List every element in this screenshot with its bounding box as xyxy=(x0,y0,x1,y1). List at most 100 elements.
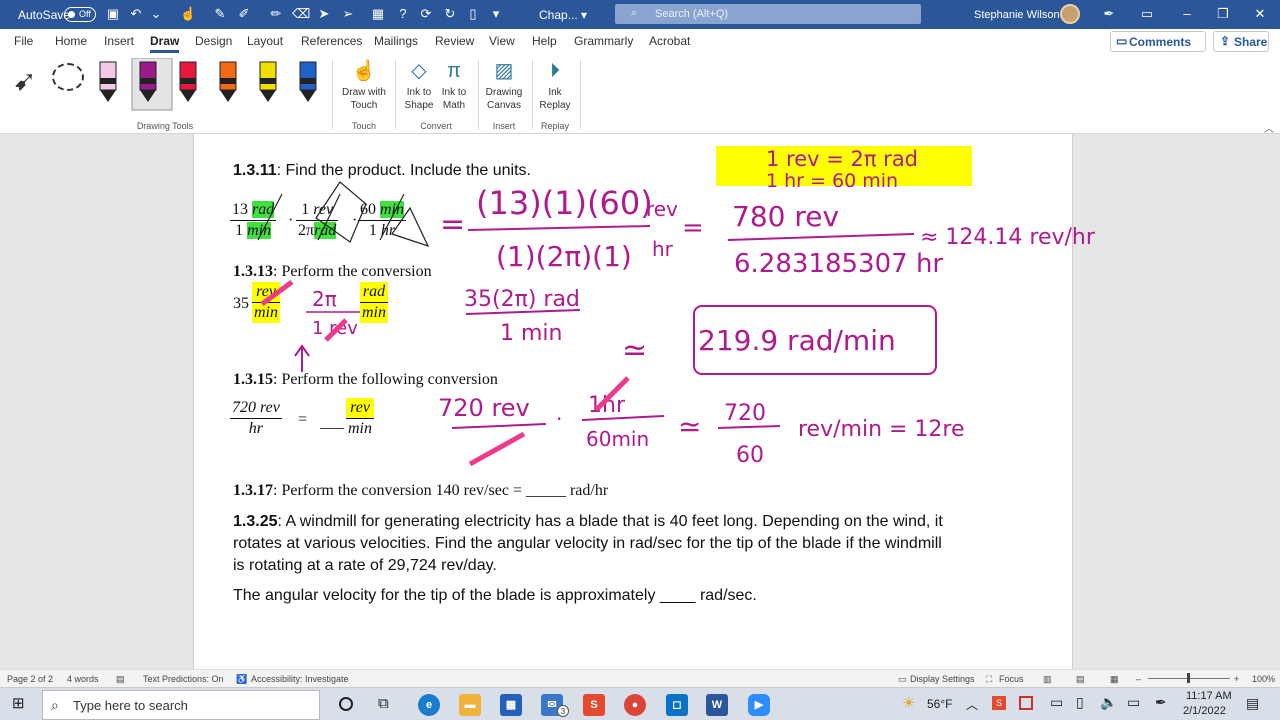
ink-cancel-marks xyxy=(257,181,430,248)
drawing-canvas-button[interactable]: ▨ Drawing Canvas xyxy=(482,58,526,112)
draw-icon[interactable]: ✏ xyxy=(268,6,284,22)
share-button[interactable]: ⇪ Share xyxy=(1213,31,1269,52)
draw-with-touch-button[interactable]: ☝ Draw with Touch xyxy=(339,58,389,112)
focus-mode[interactable]: Focus xyxy=(999,674,1024,684)
highlighter-yellow-icon[interactable] xyxy=(259,61,277,102)
lasso-icon[interactable]: ➢ xyxy=(340,6,356,22)
pen-red-icon[interactable] xyxy=(179,61,197,102)
customize-qa-icon[interactable]: ▾ xyxy=(488,6,504,22)
pen-blue-icon[interactable] xyxy=(299,61,317,102)
search-box[interactable]: ⌕ Search (Alt+Q) xyxy=(615,4,921,24)
tab-acrobat[interactable]: Acrobat xyxy=(649,34,690,48)
pen-orange-icon[interactable] xyxy=(219,61,237,102)
focus-icon: ⛶ xyxy=(986,674,993,684)
ribbon-draw: ➹ Drawing Tools ☝ Draw with Touch Touch ◇ I… xyxy=(0,54,1280,135)
tab-view[interactable]: View xyxy=(489,34,515,48)
refresh-icon[interactable]: ↻ xyxy=(442,6,458,22)
undo-icon[interactable]: ↶ xyxy=(128,6,144,22)
collapse-ribbon-icon[interactable]: ︿ xyxy=(1264,120,1274,135)
autosave-toggle[interactable]: Off xyxy=(64,7,96,22)
tab-mailings[interactable]: Mailings xyxy=(374,34,418,48)
word-icon[interactable]: W xyxy=(706,694,728,716)
taskbar-search[interactable]: ⌕ Type here to search xyxy=(42,690,320,720)
help-icon[interactable]: ? xyxy=(395,6,411,22)
zoom-out-icon[interactable]: – xyxy=(1136,674,1141,684)
tab-insert[interactable]: Insert xyxy=(104,34,134,48)
tab-home[interactable]: Home xyxy=(55,34,87,48)
user-name[interactable]: Stephanie Wilson xyxy=(974,0,1060,29)
tray-square-icon[interactable] xyxy=(1019,696,1033,710)
accessibility-status[interactable]: Accessibility: Investigate xyxy=(251,674,349,684)
undo-dropdown-icon[interactable]: ⌄ xyxy=(148,6,164,22)
replay-icon[interactable]: ⟳ xyxy=(418,6,434,22)
new-doc-icon[interactable]: ▯ xyxy=(465,6,481,22)
page-count[interactable]: Page 2 of 2 xyxy=(7,674,53,684)
temperature[interactable]: 56°F xyxy=(927,697,952,711)
pen-purple-icon[interactable] xyxy=(131,58,173,111)
tab-draw[interactable]: Draw xyxy=(150,34,180,53)
tab-design[interactable]: Design xyxy=(195,34,232,48)
avatar[interactable] xyxy=(1060,4,1080,24)
image-icon[interactable]: ▦ xyxy=(370,6,386,22)
snagit-icon[interactable]: S xyxy=(583,694,605,716)
ink-to-shape-button[interactable]: ◇ Ink to Shape xyxy=(400,58,438,112)
accessibility-icon: ♿ xyxy=(236,674,248,684)
tab-layout[interactable]: Layout xyxy=(247,34,283,48)
text-predictions[interactable]: Text Predictions: On xyxy=(143,674,224,684)
volume-icon[interactable]: 🔈 xyxy=(1100,694,1117,711)
clock-date[interactable]: 2/1/2022 xyxy=(1183,705,1226,717)
web-layout-icon[interactable]: ▦ xyxy=(1110,674,1119,685)
comments-button[interactable]: ▭ Comments xyxy=(1110,31,1206,52)
zoom-in-icon[interactable]: + xyxy=(1234,674,1239,684)
display-icon[interactable]: ▭ xyxy=(1127,694,1140,711)
minimize-icon[interactable]: – xyxy=(1179,6,1195,22)
app-icon[interactable]: ◻ xyxy=(666,694,688,716)
chrome-icon[interactable]: ● xyxy=(624,694,646,716)
tab-file[interactable]: File xyxy=(14,34,33,48)
read-mode-icon[interactable]: ▥ xyxy=(1043,674,1052,685)
save-icon[interactable]: ▣ xyxy=(105,6,121,22)
edge-icon[interactable]: e xyxy=(418,694,440,716)
cortana-icon[interactable] xyxy=(339,697,353,711)
close-icon[interactable]: ✕ xyxy=(1252,6,1268,22)
tab-help[interactable]: Help xyxy=(532,34,557,48)
zoom-level[interactable]: 100% xyxy=(1252,674,1275,684)
task-view-icon[interactable]: ⧉ xyxy=(378,695,389,712)
notifications-icon[interactable]: ▤ xyxy=(1246,695,1259,712)
zoom-app-icon[interactable]: ▶ xyxy=(748,694,770,716)
lasso-select-icon[interactable] xyxy=(52,63,84,91)
tab-grammarly[interactable]: Grammarly xyxy=(574,34,633,48)
pen-workspace-icon[interactable]: ✒ xyxy=(1155,694,1167,711)
tray-app-icon[interactable]: S xyxy=(992,696,1006,710)
pen-pink-icon[interactable] xyxy=(99,61,117,102)
proofing-icon[interactable]: ▤ xyxy=(116,674,125,685)
tab-references[interactable]: References xyxy=(301,34,362,48)
select-objects-icon[interactable]: ➹ xyxy=(13,64,36,97)
ink-to-math-button[interactable]: π Ink to Math xyxy=(436,58,472,112)
zoom-thumb[interactable] xyxy=(1187,673,1190,683)
weather-icon: ☀ xyxy=(902,695,916,712)
ink-replay-button[interactable]: ⏵ Ink Replay xyxy=(536,58,574,112)
battery-icon[interactable]: ▯ xyxy=(1076,694,1084,711)
print-layout-icon[interactable]: ▤ xyxy=(1076,674,1085,685)
eraser-icon[interactable]: ⌫ xyxy=(292,6,310,22)
select-icon[interactable]: ➤ xyxy=(316,6,332,22)
document-name[interactable]: Chap... ▾ xyxy=(539,0,587,29)
word-count[interactable]: 4 words xyxy=(67,674,99,684)
touch-mode-icon[interactable]: ☝ xyxy=(180,6,196,22)
display-settings[interactable]: Display Settings xyxy=(910,674,975,684)
tab-review[interactable]: Review xyxy=(435,34,474,48)
windows-start-icon[interactable]: ⊞ xyxy=(12,696,28,712)
tray-chevron-icon[interactable]: ︿ xyxy=(966,696,978,713)
ribbon-display-icon[interactable]: ▭ xyxy=(1139,6,1155,22)
clock-time[interactable]: 11:17 AM xyxy=(1186,690,1232,702)
ink-equals-1: = xyxy=(440,207,465,242)
network-icon[interactable]: ▭ xyxy=(1050,694,1063,711)
maximize-icon[interactable]: ❐ xyxy=(1215,6,1231,22)
designer-icon[interactable]: ✒ xyxy=(1101,6,1117,22)
highlighter-icon[interactable]: ✐ xyxy=(236,6,252,22)
file-explorer-icon[interactable]: ▬ xyxy=(459,694,481,716)
store-icon[interactable]: ▦ xyxy=(500,694,522,716)
pen-icon[interactable]: ✎ xyxy=(212,6,228,22)
ink-approx: ≃ xyxy=(622,333,647,368)
